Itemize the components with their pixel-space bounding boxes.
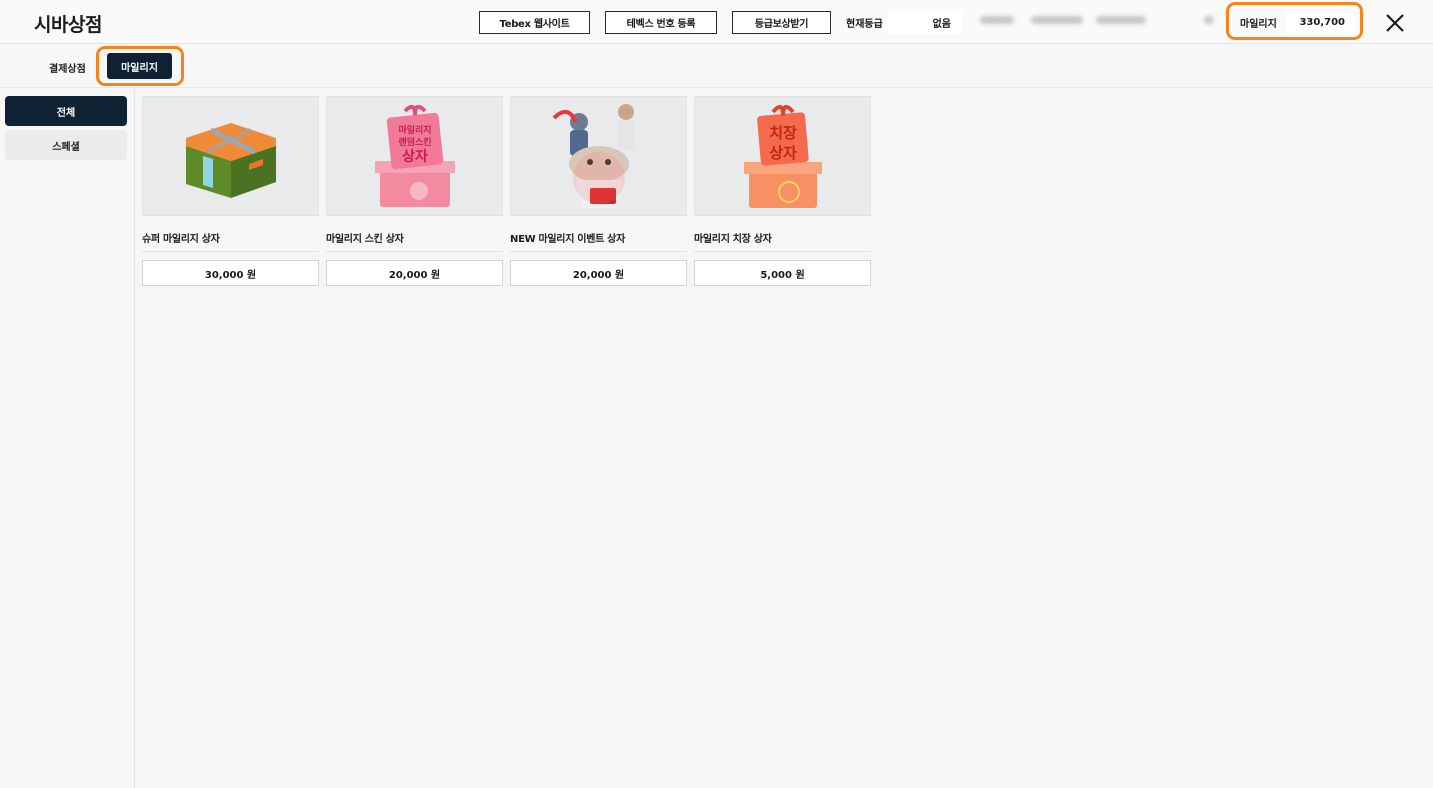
shop-tabs: 결제상점 마일리지 <box>0 45 1433 88</box>
sidebar-item-special[interactable]: 스페셜 <box>5 130 127 160</box>
product-image[interactable] <box>510 96 687 216</box>
mileage-value: 330,700 <box>1285 11 1355 33</box>
mileage-label: 마일리지 <box>1240 19 1277 30</box>
svg-text:상자: 상자 <box>769 144 797 162</box>
orange-gift-box-icon: 치장 상자 <box>743 104 822 208</box>
tab-mileage[interactable]: 마일리지 <box>107 53 172 79</box>
product-image[interactable]: 마일리지 랜덤스킨 상자 <box>326 96 503 216</box>
product-name: 마일리지 치장 상자 <box>694 216 871 252</box>
product-image[interactable] <box>142 96 319 216</box>
top-header: 시바상점 Tebex 웹사이트 테벡스 번호 등록 등급보상받기 현재등급 없음… <box>0 0 1433 44</box>
redacted-info <box>1096 16 1146 24</box>
grade-label: 현재등급 <box>846 19 883 30</box>
redacted-info <box>1204 16 1214 24</box>
product-card[interactable]: 마일리지 랜덤스킨 상자 마일리지 스킨 상자 20,000 원 <box>326 96 503 286</box>
redacted-info <box>1031 16 1083 24</box>
product-price-button[interactable]: 30,000 원 <box>142 260 319 286</box>
grade-value: 없음 <box>888 11 962 34</box>
redacted-info <box>980 16 1014 24</box>
tebex-register-button[interactable]: 테벡스 번호 등록 <box>605 11 717 34</box>
grade-reward-button[interactable]: 등급보상받기 <box>732 11 831 34</box>
product-price-button[interactable]: 5,000 원 <box>694 260 871 286</box>
tab-payment-shop[interactable]: 결제상점 <box>49 60 86 75</box>
svg-text:랜덤스킨: 랜덤스킨 <box>398 136 431 148</box>
close-button[interactable] <box>1384 12 1406 34</box>
svg-text:치장: 치장 <box>769 124 797 142</box>
category-sidebar: 전체 스페셜 <box>0 89 135 788</box>
product-card[interactable]: 슈퍼 마일리지 상자 30,000 원 <box>142 96 319 286</box>
tebex-website-button[interactable]: Tebex 웹사이트 <box>479 11 590 34</box>
product-price-button[interactable]: 20,000 원 <box>510 260 687 286</box>
product-image[interactable]: 치장 상자 <box>694 96 871 216</box>
page-title: 시바상점 <box>34 14 102 36</box>
sidebar-item-all[interactable]: 전체 <box>5 96 127 126</box>
product-card[interactable]: 치장 상자 마일리지 치장 상자 5,000 원 <box>694 96 871 286</box>
svg-text:마일리지: 마일리지 <box>398 124 431 136</box>
product-name: 슈퍼 마일리지 상자 <box>142 216 319 252</box>
pink-gift-box-icon: 마일리지 랜덤스킨 상자 <box>374 104 455 207</box>
product-price-button[interactable]: 20,000 원 <box>326 260 503 286</box>
close-icon <box>1386 14 1404 32</box>
green-chest-icon <box>185 123 276 198</box>
product-name: 마일리지 스킨 상자 <box>326 216 503 252</box>
event-gift-box-icon <box>552 104 634 208</box>
product-name: NEW 마일리지 이벤트 상자 <box>510 216 687 252</box>
svg-text:상자: 상자 <box>402 149 428 165</box>
product-card[interactable]: NEW 마일리지 이벤트 상자 20,000 원 <box>510 96 687 286</box>
